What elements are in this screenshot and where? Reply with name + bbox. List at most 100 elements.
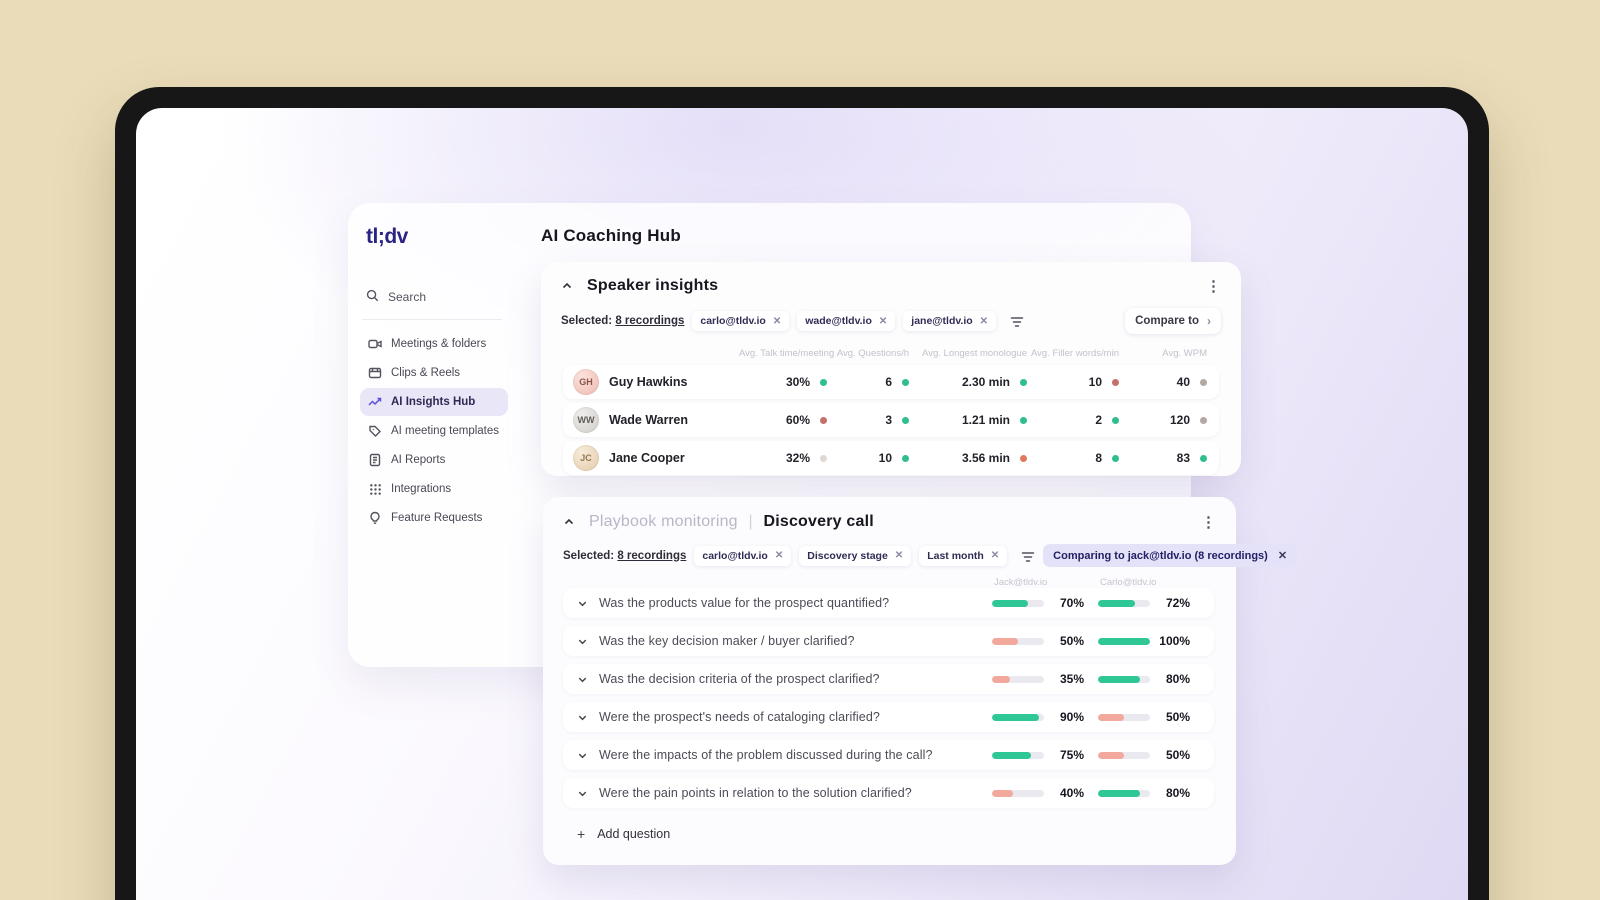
collapse-chevron-up-icon[interactable] [563, 516, 575, 528]
speaker-name: Guy Hawkins [609, 375, 688, 389]
progress-bar [1098, 789, 1150, 797]
status-dot [1112, 454, 1119, 462]
column-header: Avg. Talk time/meeting [739, 348, 835, 359]
status-dot [820, 454, 827, 462]
lightbulb-icon [368, 511, 382, 525]
search-label: Search [388, 290, 427, 304]
question-row[interactable]: Were the pain points in relation to the … [563, 778, 1214, 808]
close-icon[interactable]: ✕ [1278, 549, 1287, 562]
search-input[interactable]: Search [366, 289, 502, 305]
sidebar-item-label: AI meeting templates [391, 425, 500, 437]
comparison-column-headers: Jack@tldv.io Carlo@tldv.io [563, 577, 1216, 588]
table-row[interactable]: GH Guy Hawkins 30% 6 2.30 min 10 40 [563, 365, 1219, 399]
close-icon[interactable]: ✕ [879, 316, 887, 327]
chevron-down-icon[interactable] [577, 674, 588, 685]
sidebar-item-label: Clips & Reels [391, 367, 461, 379]
question-row[interactable]: Were the prospect's needs of cataloging … [563, 702, 1214, 732]
close-icon[interactable]: ✕ [895, 550, 903, 561]
close-icon[interactable]: ✕ [775, 550, 783, 561]
selected-label: Selected: 8 recordings [561, 315, 685, 327]
sidebar-item-label: Meetings & folders [391, 338, 487, 350]
close-icon[interactable]: ✕ [980, 316, 988, 327]
sidebar-item-ai-reports[interactable]: AI Reports [360, 446, 508, 474]
recordings-link[interactable]: 8 recordings [617, 550, 686, 562]
filter-lines-icon[interactable] [1010, 315, 1024, 327]
clapperboard-icon [368, 366, 382, 380]
question-text: Were the impacts of the problem discusse… [599, 748, 933, 762]
table-header-row: Avg. Talk time/meeting Avg. Questions/h … [561, 348, 1221, 365]
filter-lines-icon[interactable] [1021, 550, 1035, 562]
recordings-link[interactable]: 8 recordings [615, 315, 684, 327]
metric-value: 32% [785, 451, 810, 465]
chevron-down-icon[interactable] [577, 598, 588, 609]
question-text: Was the key decision maker / buyer clari… [599, 634, 855, 648]
filter-chip-carlo[interactable]: carlo@tldv.io ✕ [692, 311, 790, 331]
close-icon[interactable]: ✕ [991, 550, 999, 561]
percent-value: 100% [1159, 634, 1190, 648]
table-row[interactable]: JC Jane Cooper 32% 10 3.56 min 8 83 [563, 441, 1219, 475]
add-question-button[interactable]: + Add question [563, 816, 1216, 842]
kebab-menu-icon[interactable]: ⋮ [1201, 515, 1216, 530]
collapse-chevron-up-icon[interactable] [561, 280, 573, 292]
laptop-frame: tl;dv Search Meetings & folders Clips & … [115, 87, 1489, 900]
table-row[interactable]: WW Wade Warren 60% 3 1.21 min 2 120 [563, 403, 1219, 437]
sidebar-item-integrations[interactable]: Integrations [360, 475, 508, 503]
filter-chip-last-month[interactable]: Last month ✕ [919, 545, 1008, 566]
kebab-menu-icon[interactable]: ⋮ [1206, 279, 1221, 294]
metric-value: 83 [1176, 451, 1190, 465]
status-dot [1200, 454, 1207, 462]
sidebar-item-ai-meeting-templates[interactable]: AI meeting templates [360, 417, 508, 445]
question-row[interactable]: Was the products value for the prospect … [563, 588, 1214, 618]
playbook-monitoring-panel: Playbook monitoring | Discovery call ⋮ S… [543, 497, 1298, 865]
page-title: AI Coaching Hub [541, 226, 681, 245]
percent-value: 72% [1165, 596, 1190, 610]
filter-chip-jane[interactable]: jane@tldv.io ✕ [903, 311, 997, 331]
progress-bar [992, 599, 1044, 607]
speaker-name: Jane Cooper [609, 451, 685, 465]
speaker-name: Wade Warren [609, 413, 688, 427]
chevron-down-icon[interactable] [577, 750, 588, 761]
filter-chip-wade[interactable]: wade@tldv.io ✕ [797, 311, 896, 331]
sidebar-item-meetings-folders[interactable]: Meetings & folders [360, 330, 508, 358]
filter-chip-discovery-stage[interactable]: Discovery stage ✕ [799, 545, 912, 566]
chevron-right-icon: › [1207, 314, 1211, 328]
column-header: Avg. Questions/h [836, 348, 909, 359]
sidebar-item-label: Feature Requests [391, 512, 483, 524]
search-icon [366, 289, 379, 305]
compare-to-button[interactable]: Compare to › [1125, 308, 1221, 334]
close-icon[interactable]: ✕ [773, 316, 781, 327]
question-row[interactable]: Were the impacts of the problem discusse… [563, 740, 1214, 770]
column-header: Avg. Longest monologue [922, 348, 1027, 359]
comparing-to-pill[interactable]: Comparing to jack@tldv.io (8 recordings)… [1043, 544, 1298, 567]
sidebar-item-clips-reels[interactable]: Clips & Reels [360, 359, 508, 387]
plus-icon: + [577, 826, 586, 842]
question-row[interactable]: Was the key decision maker / buyer clari… [563, 626, 1214, 656]
progress-bar [1098, 637, 1150, 645]
metric-cell: 83 [1119, 451, 1207, 465]
metric-cell: 6 [827, 375, 909, 389]
sidebar: tl;dv Search Meetings & folders Clips & … [348, 203, 516, 667]
question-text: Was the decision criteria of the prospec… [599, 672, 880, 686]
chevron-down-icon[interactable] [577, 788, 588, 799]
status-dot [1200, 378, 1207, 386]
chevron-down-icon[interactable] [577, 636, 588, 647]
metric-cell: 3.56 min [909, 451, 1027, 465]
metric-value: 120 [1169, 413, 1190, 427]
percent-value: 50% [1165, 710, 1190, 724]
tag-sparkle-icon [368, 424, 382, 438]
laptop-screen: tl;dv Search Meetings & folders Clips & … [136, 108, 1468, 900]
progress-bar [992, 675, 1044, 683]
progress-bar [992, 751, 1044, 759]
sidebar-item-ai-insights-hub[interactable]: AI Insights Hub [360, 388, 508, 416]
filter-chip-carlo[interactable]: carlo@tldv.io ✕ [694, 545, 792, 566]
column-header: Jack@tldv.io [994, 577, 1048, 588]
column-header: Carlo@tldv.io [1100, 577, 1157, 588]
metric-cell: 120 [1119, 413, 1207, 427]
metric-cell: 2 [1027, 413, 1119, 427]
question-text: Were the prospect's needs of cataloging … [599, 710, 880, 724]
status-dot [902, 378, 909, 386]
question-row[interactable]: Was the decision criteria of the prospec… [563, 664, 1214, 694]
sidebar-item-feature-requests[interactable]: Feature Requests [360, 504, 508, 532]
progress-bar [1098, 751, 1150, 759]
chevron-down-icon[interactable] [577, 712, 588, 723]
